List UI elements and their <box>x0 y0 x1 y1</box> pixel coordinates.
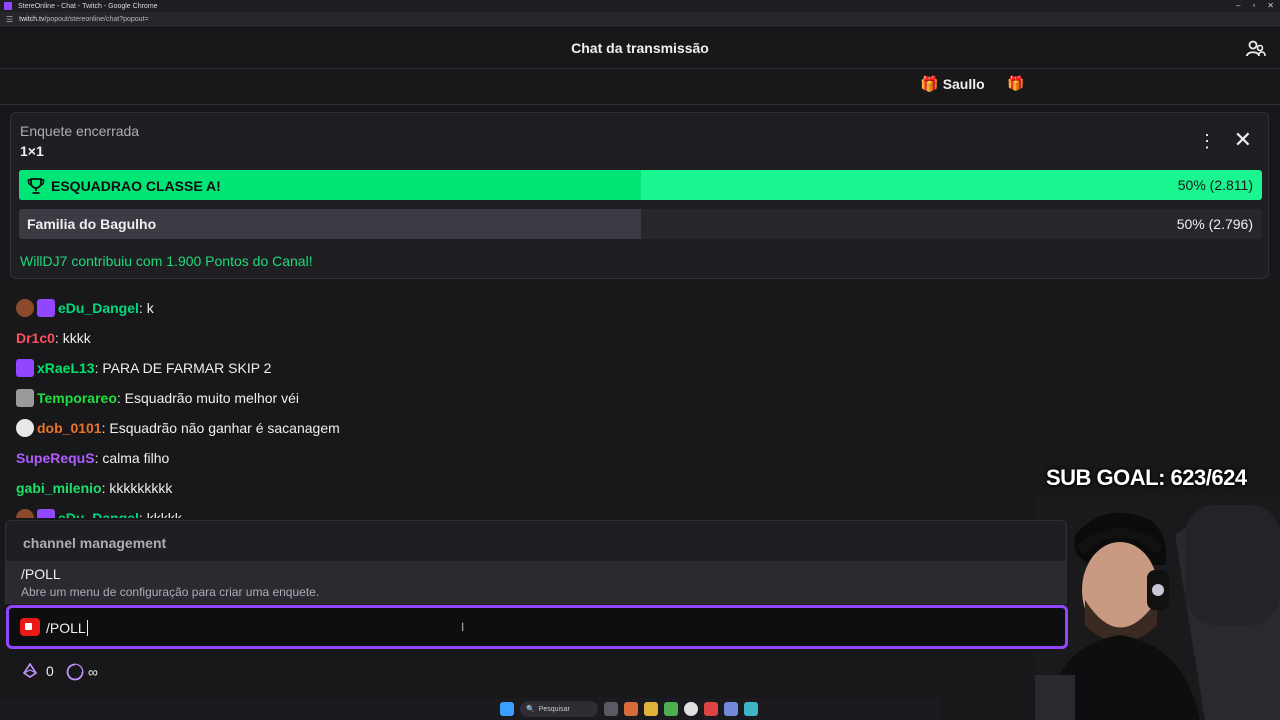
gifter-username: Saullo <box>942 76 985 92</box>
chat-text: calma filho <box>102 450 170 466</box>
command-suggestions: channel management /POLL Abre um menu de… <box>5 520 1067 604</box>
chat-message[interactable]: SupeRequS: calma filho <box>16 447 169 469</box>
search-icon: 🔍 <box>526 706 535 713</box>
chat-input[interactable]: /POLL I <box>6 605 1068 649</box>
prime-badge-icon <box>37 509 55 518</box>
trophy-icon <box>27 178 45 194</box>
chat-header: Chat da transmissão <box>0 28 1280 69</box>
channel-points-icon <box>66 663 84 681</box>
sub-goal-overlay: SUB GOAL: 623/624 <box>1046 465 1247 490</box>
bits-count: 0 <box>46 663 54 679</box>
text-cursor-icon: I <box>461 620 465 634</box>
window-controls: – ▫ ✕ <box>1236 1 1274 10</box>
gift-leaderboard-bar: 🎁 Saullo 🎁 <box>0 69 1280 105</box>
os-taskbar: 🔍 Pesquisar <box>0 698 940 720</box>
poll-card: Enquete encerrada 1×1 ⋮ ✕ ESQUADRAO CLAS… <box>10 112 1269 279</box>
chat-username[interactable]: SupeRequS <box>16 450 95 466</box>
poll-option: Familia do Bagulho 50% (2.796) <box>19 209 1262 239</box>
channel-emote-icon[interactable] <box>20 618 40 636</box>
chat-text: PARA DE FARMAR SKIP 2 <box>102 360 272 376</box>
chat-text: kkkkkkkkk <box>109 480 173 496</box>
task-view-icon[interactable] <box>604 702 618 716</box>
chat-username[interactable]: Dr1c0 <box>16 330 55 346</box>
command-name: /POLL <box>21 566 61 582</box>
chat-message[interactable]: Dr1c0: kkkk <box>16 327 91 349</box>
robot-badge-icon <box>16 389 34 407</box>
poll-option-result: 50% (2.796) <box>1176 216 1253 232</box>
start-menu-icon[interactable] <box>500 702 514 716</box>
chat-username[interactable]: xRaeL13 <box>37 360 95 376</box>
taskbar-search[interactable]: 🔍 Pesquisar <box>520 701 598 717</box>
close-window-icon[interactable]: ✕ <box>1267 1 1274 10</box>
window-title: StereOnline - Chat - Twitch - Google Chr… <box>18 2 158 10</box>
command-suggestion-poll[interactable]: /POLL Abre um menu de configuração para … <box>6 561 1066 603</box>
chat-text: kkkkk <box>146 510 182 518</box>
bits-button[interactable]: 0 <box>22 663 54 679</box>
site-settings-icon[interactable]: ☰ <box>6 15 13 24</box>
more-options-icon[interactable]: ⋮ <box>1198 131 1216 152</box>
chat-username[interactable]: eDu_Dangel <box>58 300 139 316</box>
address-bar[interactable]: ☰ twitch.tv/popout/stereonline/chat?popo… <box>0 12 1280 28</box>
maximize-icon[interactable]: ▫ <box>1252 1 1255 10</box>
chat-username[interactable]: dob_0101 <box>37 420 102 436</box>
file-explorer-icon[interactable] <box>644 702 658 716</box>
url-text[interactable]: twitch.tv/popout/stereonline/chat?popout… <box>19 16 148 23</box>
chat-text: kkkk <box>62 330 91 346</box>
gift-icon: 🎁 <box>920 76 939 93</box>
chat-message[interactable]: eDu_Dangel: k <box>16 297 154 319</box>
chat-bottom-bar: 0 ∞ <box>0 652 1040 692</box>
bits-icon <box>22 663 38 678</box>
taskbar-search-placeholder: Pesquisar <box>538 705 570 713</box>
gifter-entry[interactable]: 🎁 Saullo <box>920 75 985 93</box>
close-poll-icon[interactable]: ✕ <box>1234 129 1252 151</box>
poll-title: 1×1 <box>20 143 44 159</box>
poll-contribution-text: WillDJ7 contribuiu com 1.900 Pontos do C… <box>20 253 313 269</box>
skull-badge-icon <box>16 419 34 437</box>
chat-message[interactable]: xRaeL13: PARA DE FARMAR SKIP 2 <box>16 357 271 379</box>
community-users-icon[interactable] <box>1246 39 1266 59</box>
poll-status: Enquete encerrada <box>20 123 140 139</box>
chat-text: Esquadrão muito melhor véi <box>124 390 299 406</box>
webcam-overlay <box>1035 495 1280 720</box>
chat-message[interactable]: dob_0101: Esquadrão não ganhar é sacanag… <box>16 417 340 439</box>
user-badge-icon <box>16 299 34 317</box>
poll-option-label: ESQUADRAO CLASSE A! <box>51 178 221 194</box>
edge-icon[interactable] <box>624 702 638 716</box>
twitch-favicon-icon <box>4 2 12 10</box>
poll-option-winner: ESQUADRAO CLASSE A! 50% (2.811) <box>19 170 1262 200</box>
prime-badge-icon <box>37 299 55 317</box>
store-icon[interactable] <box>664 702 678 716</box>
command-description: Abre um menu de configuração para criar … <box>21 585 320 599</box>
app-icon[interactable] <box>704 702 718 716</box>
video-badge-icon <box>16 359 34 377</box>
browser-title-bar: StereOnline - Chat - Twitch - Google Chr… <box>0 0 1280 12</box>
discord-icon[interactable] <box>724 702 738 716</box>
user-badge-icon <box>16 509 34 518</box>
chat-text: Esquadrão não ganhar é sacanagem <box>109 420 340 436</box>
chat-text: k <box>146 300 154 316</box>
channel-points-value: ∞ <box>88 664 98 680</box>
notepad-icon[interactable] <box>744 702 758 716</box>
chat-username[interactable]: gabi_milenio <box>16 480 102 496</box>
poll-option-label: Familia do Bagulho <box>27 216 157 232</box>
chat-message[interactable]: gabi_milenio: kkkkkkkkk <box>16 477 172 499</box>
chat-message[interactable]: eDu_Dangel: kkkkk <box>16 507 182 518</box>
chat-title: Chat da transmissão <box>571 40 709 56</box>
streamer-webcam-image <box>1035 495 1280 720</box>
gift-badge-icon[interactable]: 🎁 <box>1007 75 1024 92</box>
chat-input-value[interactable]: /POLL <box>46 620 88 636</box>
chat-message[interactable]: Temporareo: Esquadrão muito melhor véi <box>16 387 299 409</box>
chat-username[interactable]: eDu_Dangel <box>58 510 139 518</box>
suggestion-group-title: channel management <box>23 535 167 551</box>
minimize-icon[interactable]: – <box>1236 1 1240 10</box>
chat-username[interactable]: Temporareo <box>37 390 117 406</box>
poll-option-result: 50% (2.811) <box>1177 177 1253 193</box>
channel-points-button[interactable]: ∞ <box>66 663 98 681</box>
chrome-icon[interactable] <box>684 702 698 716</box>
